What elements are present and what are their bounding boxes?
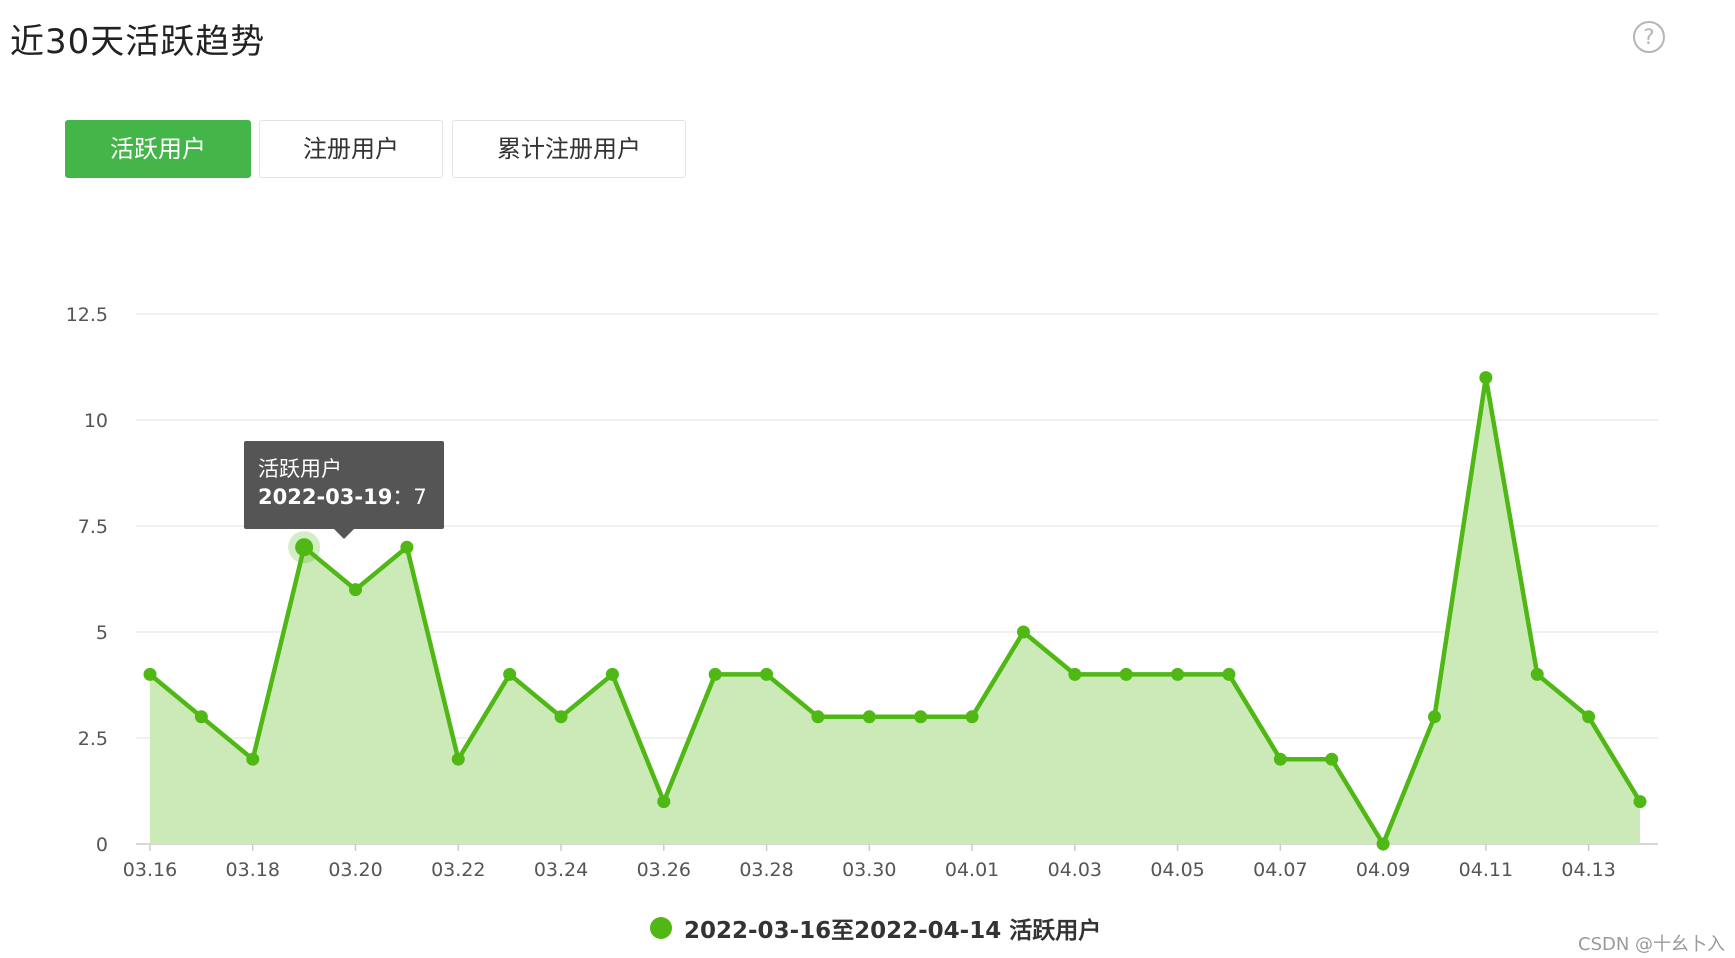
data-point [1016,625,1030,639]
y-tick-label: 12.5 [66,304,108,326]
data-point [1171,667,1185,681]
watermark: CSDN @十幺卜入 [1578,934,1726,955]
data-point [1273,752,1287,766]
data-point [1222,667,1236,681]
x-axis-labels: 03.16 03.18 03.20 03.22 03.24 03.26 03.28 03.30… [123,859,1616,881]
data-point [295,538,314,557]
data-point [862,710,876,724]
y-tick-label: 7.5 [78,516,108,538]
legend-label: 2022-03-16至2022-04-14 活跃用户 [684,918,1102,944]
x-tick-label: 04.13 [1561,859,1615,881]
data-point [400,540,414,554]
chart-legend[interactable]: 2022-03-16至2022-04-14 活跃用户 [650,912,1101,944]
data-point [657,795,671,809]
data-point [811,710,825,724]
tooltip-date: 2022-03-19 [258,485,393,509]
data-point [1582,710,1596,724]
data-point [1633,795,1647,809]
x-tick-label: 04.03 [1048,859,1102,881]
x-tick-label: 03.16 [123,859,177,881]
data-point [143,667,157,681]
y-tick-label: 0 [96,834,108,856]
data-point [503,667,517,681]
x-tick-label: 04.11 [1459,859,1513,881]
y-tick-label: 2.5 [78,728,108,750]
data-point [1530,667,1544,681]
x-tick-label: 03.18 [226,859,280,881]
x-tick-label: 04.07 [1253,859,1307,881]
y-tick-label: 10 [84,410,108,432]
x-tick-label: 03.20 [328,859,382,881]
tooltip-arrow [334,529,354,539]
x-tick-label: 03.26 [637,859,691,881]
y-tick-label: 5 [96,622,108,644]
tooltip-series-name: 活跃用户 [258,457,342,481]
data-point [1068,667,1082,681]
data-point [246,752,260,766]
x-tick-label: 04.09 [1356,859,1410,881]
chart-tooltip: 活跃用户 2022-03-19：7 [244,441,444,529]
x-tick-label: 03.22 [431,859,485,881]
legend-dot-icon [650,917,672,939]
tooltip-value: 7 [413,485,427,509]
tooltip-value-line: 2022-03-19：7 [258,483,430,511]
data-point [914,710,928,724]
data-point [760,667,774,681]
x-tick-label: 03.30 [842,859,896,881]
x-tick-label: 04.05 [1150,859,1204,881]
tooltip-separator: ： [392,485,414,509]
data-point [554,710,568,724]
x-tick-label: 03.28 [739,859,793,881]
data-point [1325,752,1339,766]
data-point [965,710,979,724]
y-axis-labels: 0 2.5 5 7.5 10 12.5 [66,304,108,856]
data-point [194,710,208,724]
x-tick-label: 04.01 [945,859,999,881]
data-point [451,752,465,766]
x-tick-label: 03.24 [534,859,588,881]
data-point [605,667,619,681]
data-point [349,583,363,597]
data-point [1427,710,1441,724]
data-point [1479,371,1493,385]
data-point [708,667,722,681]
data-point [1376,837,1390,851]
data-point [1119,667,1133,681]
